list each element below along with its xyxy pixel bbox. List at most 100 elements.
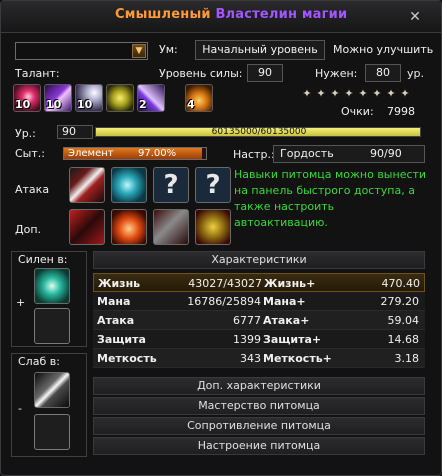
mind-label: Ум: xyxy=(159,43,178,56)
stat-bonus-name: Жизнь+ xyxy=(264,277,316,290)
extra-skill-shadow[interactable] xyxy=(69,209,105,245)
stat-value: 6777 xyxy=(233,314,261,327)
stat-bonus-value: 279.20 xyxy=(380,295,420,308)
power-level-label: Уровень силы: xyxy=(159,67,243,80)
level-label: Ур.: xyxy=(15,127,36,140)
characteristics-header[interactable]: Характеристики xyxy=(93,251,425,269)
weak-empty-slot[interactable] xyxy=(34,414,70,450)
stat-bonus-value: 470.40 xyxy=(381,277,421,290)
talent-level: 10 xyxy=(77,98,93,111)
stat-bonus-name: Защита+ xyxy=(263,333,322,346)
needed-label: Нужен: xyxy=(315,67,358,80)
attack-label: Атака xyxy=(15,183,50,196)
talent-level: 4 xyxy=(187,98,195,111)
pet-window: Смышленый Властелин магии ✕ ▼ Ум: Началь… xyxy=(0,0,442,476)
weak-panel: Слаб в: - xyxy=(11,353,87,457)
level-value: 90 xyxy=(57,125,93,139)
talent-level: 2 xyxy=(139,98,147,111)
mind-improve-text: Можно улучшить xyxy=(333,43,434,56)
unknown-skill-icon[interactable]: ? xyxy=(195,167,231,203)
strong-element-icon[interactable] xyxy=(34,268,70,304)
pet-resistance-header[interactable]: Сопротивление питомца xyxy=(93,417,425,435)
chevron-down-icon[interactable]: ▼ xyxy=(132,44,146,58)
stat-bonus-value: 3.18 xyxy=(394,352,420,365)
needed-unit: ур. xyxy=(407,67,424,80)
table-row: Жизнь 43027/43027 Жизнь+ 470.40 xyxy=(93,273,425,292)
pet-skill-hint: Навыки питомца можно вынести на панель б… xyxy=(234,168,427,229)
star-icon: ✦ xyxy=(344,87,354,100)
title-bar[interactable]: Смышленый Властелин магии ✕ xyxy=(1,1,441,33)
attack-skill-vortex[interactable] xyxy=(111,167,147,203)
stat-value: 43027/43027 xyxy=(188,277,262,290)
satiety-percent: 97.00% xyxy=(138,148,177,159)
satiety-element-label: Элемент xyxy=(68,148,114,159)
talent-slot-2[interactable]: 10 xyxy=(44,84,72,112)
extra-characteristics-header[interactable]: Доп. характеристики xyxy=(93,377,425,395)
extra-skill-gold[interactable] xyxy=(195,209,231,245)
strong-sign: + xyxy=(16,296,26,309)
power-level-value: 90 xyxy=(247,64,283,82)
xp-bar: 60135000/60135000 xyxy=(95,127,421,137)
pet-select-dropdown[interactable]: ▼ xyxy=(15,42,148,60)
mind-value: Начальный уровень xyxy=(195,40,325,60)
stat-bonus-value: 14.68 xyxy=(387,333,420,346)
star-icon: ✦ xyxy=(400,87,410,100)
talent-slot-5[interactable]: 2 xyxy=(137,84,165,112)
talent-slot-1[interactable]: 10 xyxy=(13,84,41,112)
star-icon: ✦ xyxy=(372,87,382,100)
star-icon: ✦ xyxy=(302,87,312,100)
mood-label: Настр.: xyxy=(233,148,275,161)
stat-bonus-name: Мана+ xyxy=(263,295,306,308)
points-value: 7998 xyxy=(387,105,415,118)
star-icon: ✦ xyxy=(330,87,340,100)
stat-bonus-name: Атака+ xyxy=(263,314,310,327)
extra-skill-fire[interactable] xyxy=(111,209,147,245)
extra-label: Доп. xyxy=(15,223,42,236)
xp-text: 60135000/60135000 xyxy=(211,127,307,137)
talent-slot-6[interactable]: 4 xyxy=(185,84,213,112)
talent-level: 10 xyxy=(46,98,62,111)
satiety-bar: Элемент 97.00% xyxy=(63,147,207,160)
mood-box: Гордость 90/90 xyxy=(273,145,425,163)
stat-name: Атака xyxy=(97,314,135,327)
stat-bonus-value: 59.04 xyxy=(387,314,420,327)
star-icon: ✦ xyxy=(316,87,326,100)
table-row: Меткость 343 Меткость+ 3.18 xyxy=(93,349,425,368)
talent-label: Талант: xyxy=(15,67,60,80)
stat-value: 1399 xyxy=(233,333,261,346)
window-title: Смышленый Властелин магии xyxy=(115,7,347,22)
stat-value: 16786/25894 xyxy=(187,295,261,308)
stat-name: Меткость xyxy=(97,352,157,365)
close-icon[interactable]: ✕ xyxy=(407,9,423,25)
talent-slot-4[interactable] xyxy=(106,84,134,112)
title-pet-name: Властелин магии xyxy=(215,7,348,22)
stat-name: Мана xyxy=(97,295,131,308)
table-row: Мана 16786/25894 Мана+ 279.20 xyxy=(93,292,425,311)
stat-value: 343 xyxy=(240,352,261,365)
table-row: Атака 6777 Атака+ 59.04 xyxy=(93,311,425,330)
talent-level: 10 xyxy=(15,98,31,111)
star-icon: ✦ xyxy=(386,87,396,100)
strong-panel: Силен в: + xyxy=(11,251,87,347)
weak-sign: - xyxy=(18,402,22,415)
stat-name: Жизнь xyxy=(98,277,141,290)
stat-name: Защита xyxy=(97,333,146,346)
mood-value: Гордость xyxy=(280,147,334,160)
pet-mastery-header[interactable]: Мастерство питомца xyxy=(93,397,425,415)
needed-value: 80 xyxy=(365,64,401,82)
extra-skill-armor[interactable] xyxy=(153,209,189,245)
points-label: Очки: xyxy=(341,105,374,118)
star-icon: ✦ xyxy=(358,87,368,100)
satiety-label: Сыт.: xyxy=(15,147,45,160)
weak-element-icon[interactable] xyxy=(34,372,70,408)
talent-slot-3[interactable]: 10 xyxy=(75,84,103,112)
unknown-skill-icon[interactable]: ? xyxy=(153,167,189,203)
pet-mood-header[interactable]: Настроение питомца xyxy=(93,437,425,455)
strong-label: Силен в: xyxy=(18,253,68,266)
strong-empty-slot[interactable] xyxy=(34,308,70,344)
title-adjective: Смышленый xyxy=(115,7,211,22)
attack-skill-sword[interactable] xyxy=(69,167,105,203)
weak-label: Слаб в: xyxy=(18,355,60,368)
stat-bonus-name: Меткость+ xyxy=(263,352,332,365)
table-row: Защита 1399 Защита+ 14.68 xyxy=(93,330,425,349)
